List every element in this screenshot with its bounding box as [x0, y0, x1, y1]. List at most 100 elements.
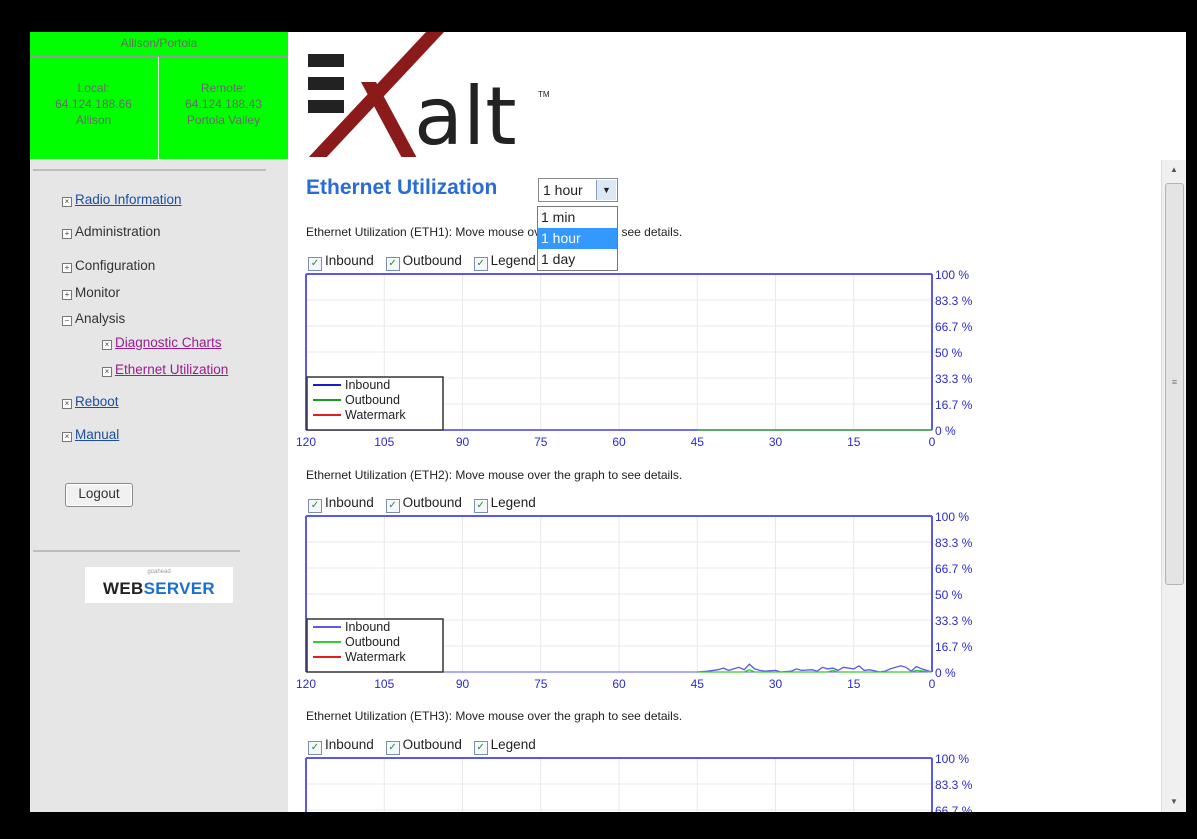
- x-tick-label: 105: [374, 435, 394, 449]
- nav-link-ethernet-utilization[interactable]: Ethernet Utilization: [115, 362, 228, 377]
- eth3-chart-caption: Ethernet Utilization (ETH3): Move mouse …: [306, 709, 683, 723]
- sidebar-divider: [33, 550, 240, 552]
- remote-ip: 64.124.188.43: [185, 97, 262, 111]
- remote-endpoint-panel: Remote: 64.124.188.43 Portola Valley: [159, 57, 288, 159]
- x-tick-label: 0: [929, 435, 936, 449]
- x-tick-label: 45: [691, 435, 705, 449]
- y-tick-label: 50 %: [935, 588, 963, 602]
- webserver-logo-wordmark: WEBSERVER: [103, 579, 215, 598]
- x-tick-label: 90: [456, 677, 470, 691]
- nav-link-manual[interactable]: Manual: [75, 427, 119, 442]
- y-tick-label: 33.3 %: [935, 372, 973, 386]
- grip-icon: ≡: [1171, 377, 1178, 387]
- y-tick-label: 83.3 %: [935, 536, 973, 550]
- nav-item-radio-information[interactable]: × Radio Information: [62, 192, 182, 207]
- sidebar-divider: [33, 169, 266, 171]
- nav-item-configuration[interactable]: + Configuration: [62, 258, 155, 273]
- bullet-icon: ×: [62, 399, 72, 409]
- legend-label-inbound: Inbound: [345, 378, 390, 392]
- eth1-outbound-checkbox[interactable]: ✓ Outbound: [385, 253, 462, 271]
- vertical-scrollbar[interactable]: ▲ ≡ ▼: [1161, 160, 1186, 812]
- webserver-logo-small-text: goahead: [147, 569, 171, 575]
- legend-label-outbound: Outbound: [345, 635, 400, 649]
- eth1-utilization-chart[interactable]: 100 % 83.3 % 66.7 % 50 % 33.3 % 16.7 % 0 % Inbo…: [288, 268, 988, 468]
- remote-label: Remote:: [200, 81, 247, 95]
- y-tick-label: 100 %: [935, 510, 969, 524]
- x-tick-label: 120: [296, 435, 316, 449]
- eth3-legend-checkbox[interactable]: ✓ Legend: [473, 737, 536, 755]
- y-tick-label: 83.3 %: [935, 294, 973, 308]
- nav-label-configuration[interactable]: Configuration: [75, 258, 155, 273]
- webserver-logo: goahead WEBSERVER: [85, 567, 233, 603]
- eth3-outbound-checkbox[interactable]: ✓ Outbound: [385, 737, 462, 755]
- nav-label-monitor[interactable]: Monitor: [75, 285, 120, 300]
- time-range-dropdown: 1 min 1 hour 1 day: [537, 206, 618, 271]
- time-range-value: 1 hour: [543, 182, 583, 198]
- x-tick-label: 45: [691, 677, 705, 691]
- eth2-outbound-checkbox[interactable]: ✓ Outbound: [385, 495, 462, 513]
- expand-plus-icon[interactable]: +: [62, 290, 72, 300]
- eth2-legend-checkbox[interactable]: ✓ Legend: [473, 495, 536, 513]
- nav-link-diagnostic-charts[interactable]: Diagnostic Charts: [115, 335, 222, 350]
- exalt-logo: alt TM: [306, 32, 550, 163]
- y-tick-label: 100 %: [935, 752, 969, 766]
- eth1-inbound-checkbox[interactable]: ✓ Inbound: [308, 253, 374, 271]
- logout-button[interactable]: Logout: [65, 483, 133, 507]
- nav-item-administration[interactable]: + Administration: [62, 224, 161, 239]
- bullet-icon: ×: [62, 432, 72, 442]
- y-tick-label: 66.7 %: [935, 562, 973, 576]
- x-tick-label: 105: [374, 677, 394, 691]
- eth3-utilization-chart[interactable]: 100 % 83.3 % 66.7 %: [288, 752, 988, 812]
- y-tick-label: 16.7 %: [935, 398, 973, 412]
- x-tick-label: 120: [296, 677, 316, 691]
- y-tick-label: 100 %: [935, 268, 969, 282]
- eth1-legend-checkbox[interactable]: ✓ Legend: [473, 253, 536, 271]
- series-inbound-line: [697, 663, 933, 673]
- x-tick-label: 60: [612, 677, 626, 691]
- scroll-up-arrow-icon[interactable]: ▲: [1162, 160, 1186, 180]
- y-tick-label: 0 %: [935, 424, 956, 438]
- eth2-inbound-checkbox[interactable]: ✓ Inbound: [308, 495, 374, 513]
- expand-plus-icon[interactable]: +: [62, 229, 72, 239]
- sidebar: Allison/Portola Local: 64.124.188.66 All…: [30, 32, 288, 812]
- main-content: alt TM Ethernet Utilization 1 hour ▼ 1 m…: [288, 32, 1186, 812]
- x-tick-label: 90: [456, 435, 470, 449]
- y-tick-label: 66.7 %: [935, 804, 973, 812]
- eth1-chart-caption: Ethernet Utilization (ETH1): Move mouse …: [306, 225, 683, 239]
- scroll-down-arrow-icon[interactable]: ▼: [1162, 792, 1186, 812]
- legend-label-watermark: Watermark: [345, 650, 406, 664]
- nav-label-administration[interactable]: Administration: [75, 224, 161, 239]
- collapse-minus-icon[interactable]: −: [62, 316, 72, 326]
- y-tick-label: 0 %: [935, 666, 956, 680]
- x-tick-label: 30: [769, 677, 783, 691]
- x-tick-label: 15: [847, 435, 861, 449]
- y-tick-label: 50 %: [935, 346, 963, 360]
- chevron-down-icon[interactable]: ▼: [596, 180, 616, 200]
- local-endpoint-panel: Local: 64.124.188.66 Allison: [30, 57, 158, 159]
- range-option-1-day[interactable]: 1 day: [538, 249, 617, 270]
- scrollbar-thumb[interactable]: ≡: [1165, 183, 1184, 585]
- chart-legend: InboundOutboundWatermark: [306, 376, 444, 431]
- nav-label-analysis[interactable]: Analysis: [75, 311, 125, 326]
- nav-item-ethernet-utilization[interactable]: × Ethernet Utilization: [102, 362, 228, 377]
- chart-legend: InboundOutboundWatermark: [306, 618, 444, 673]
- eth2-utilization-chart[interactable]: 100 % 83.3 % 66.7 % 50 % 33.3 % 16.7 % 0 % Inbo…: [288, 510, 988, 710]
- nav-item-monitor[interactable]: + Monitor: [62, 285, 120, 300]
- local-ip: 64.124.188.66: [55, 97, 132, 111]
- nav-item-diagnostic-charts[interactable]: × Diagnostic Charts: [102, 335, 222, 350]
- x-tick-label: 30: [769, 435, 783, 449]
- expand-plus-icon[interactable]: +: [62, 263, 72, 273]
- range-option-1-hour[interactable]: 1 hour: [538, 228, 617, 249]
- nav-link-radio-information[interactable]: Radio Information: [75, 192, 182, 207]
- x-tick-label: 60: [612, 435, 626, 449]
- range-option-1-min[interactable]: 1 min: [538, 207, 617, 228]
- x-tick-label: 0: [929, 677, 936, 691]
- nav-link-reboot[interactable]: Reboot: [75, 394, 119, 409]
- eth3-inbound-checkbox[interactable]: ✓ Inbound: [308, 737, 374, 755]
- time-range-select[interactable]: 1 hour ▼: [538, 178, 618, 202]
- legend-label-outbound: Outbound: [345, 393, 400, 407]
- nav-item-analysis[interactable]: − Analysis: [62, 311, 125, 326]
- x-tick-label: 75: [534, 435, 548, 449]
- nav-item-reboot[interactable]: × Reboot: [62, 394, 119, 409]
- nav-item-manual[interactable]: × Manual: [62, 427, 119, 442]
